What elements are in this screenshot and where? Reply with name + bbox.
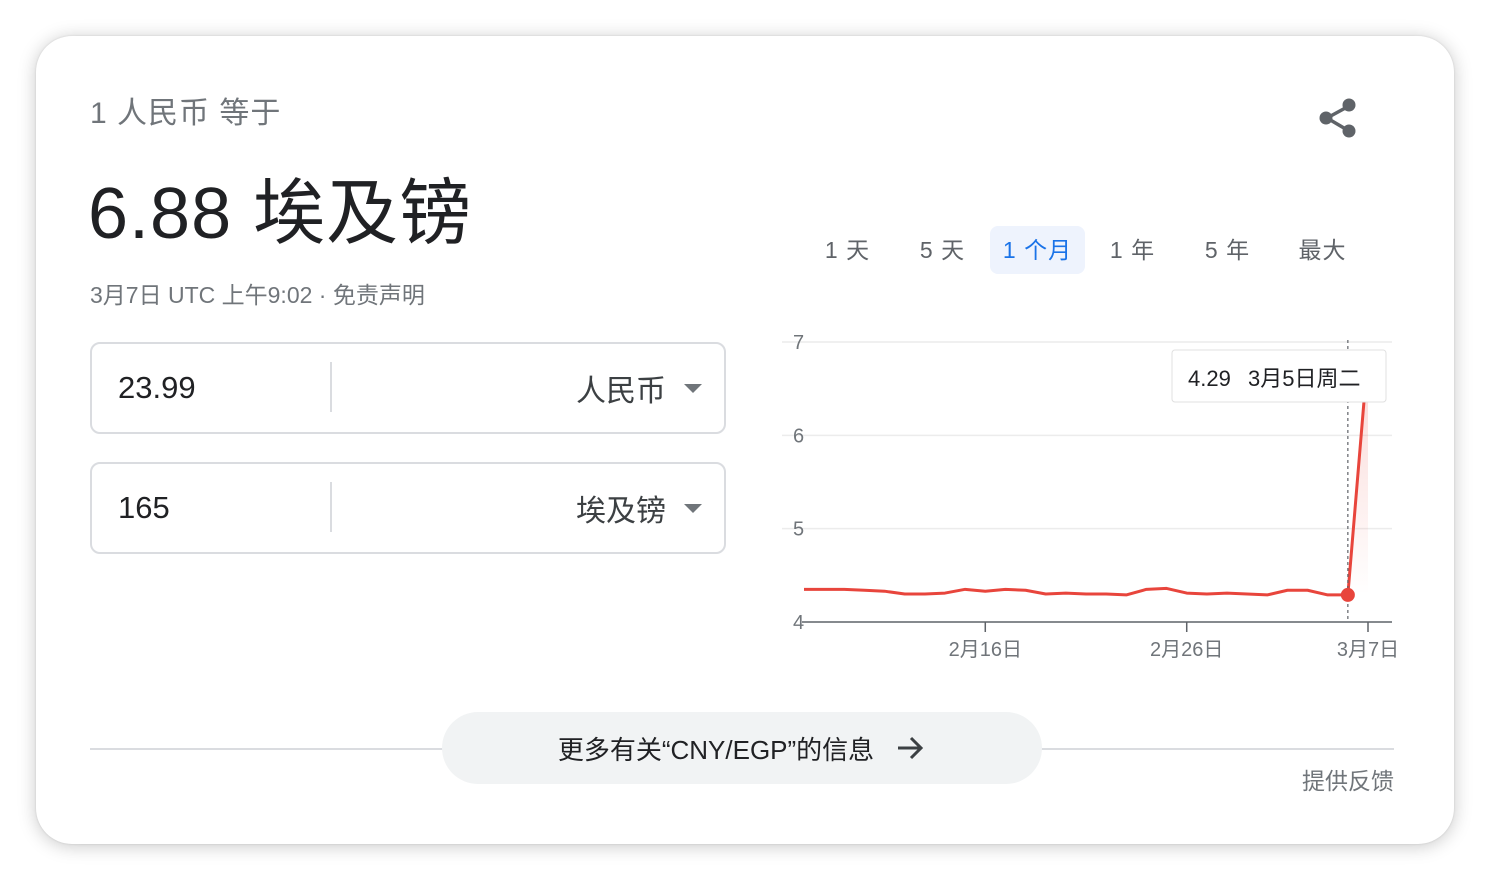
to-currency-row: 埃及镑 <box>90 462 726 554</box>
tab-max[interactable]: 最大 <box>1275 226 1370 274</box>
conversion-result: 6.88 埃及镑 <box>88 174 473 254</box>
tooltip-date: 3月5日周二 <box>1248 366 1360 391</box>
tab-1-year[interactable]: 1 年 <box>1085 226 1180 274</box>
more-info-label: 更多有关“CNY/EGP”的信息 <box>557 734 875 765</box>
feedback-link[interactable]: 提供反馈 <box>1302 762 1394 796</box>
chart-svg: 7 6 5 4 2月16日 2月26日 3月7日 4.29 3月5日周二 <box>782 332 1399 661</box>
x-tick-label: 3月7日 <box>1337 639 1399 661</box>
caret-down-icon <box>684 503 702 513</box>
from-currency-select[interactable]: 人民币 <box>576 366 702 410</box>
timestamp-disclaimer[interactable]: 3月7日 UTC 上午9:02 · 免责声明 <box>90 276 425 310</box>
from-amount-input[interactable] <box>118 370 318 406</box>
to-currency-select[interactable]: 埃及镑 <box>576 486 702 530</box>
tab-5-days[interactable]: 5 天 <box>895 226 990 274</box>
tab-1-month[interactable]: 1 个月 <box>990 226 1085 274</box>
tab-5-years[interactable]: 5 年 <box>1180 226 1275 274</box>
to-currency-label: 埃及镑 <box>576 495 666 528</box>
x-tick-label: 2月16日 <box>949 639 1022 661</box>
from-currency-row: 人民币 <box>90 342 726 434</box>
share-icon[interactable] <box>1314 94 1362 142</box>
hover-point-marker <box>1340 587 1355 602</box>
y-tick-label: 5 <box>793 519 804 541</box>
more-info-button[interactable]: 更多有关“CNY/EGP”的信息 <box>442 712 1042 784</box>
time-range-tabs: 1 天 5 天 1 个月 1 年 5 年 最大 <box>800 226 1370 274</box>
y-tick-label: 6 <box>793 425 804 447</box>
arrow-right-icon <box>898 736 924 760</box>
to-amount-input[interactable] <box>118 490 318 526</box>
field-divider <box>330 362 332 412</box>
from-currency-label: 人民币 <box>576 375 666 408</box>
tab-1-day[interactable]: 1 天 <box>800 226 895 274</box>
x-tick-label: 2月26日 <box>1150 639 1223 661</box>
currency-converter-card: 1 人民币 等于 6.88 埃及镑 3月7日 UTC 上午9:02 · 免责声明… <box>36 36 1454 844</box>
field-divider <box>330 482 332 532</box>
y-tick-label: 7 <box>793 332 804 354</box>
tooltip-value: 4.29 <box>1188 366 1231 391</box>
exchange-rate-chart[interactable]: 7 6 5 4 2月16日 2月26日 3月7日 4.29 3月5日周二 <box>736 324 1436 664</box>
conversion-subtitle: 1 人民币 等于 <box>90 97 282 130</box>
caret-down-icon <box>684 383 702 393</box>
y-tick-label: 4 <box>793 612 804 634</box>
